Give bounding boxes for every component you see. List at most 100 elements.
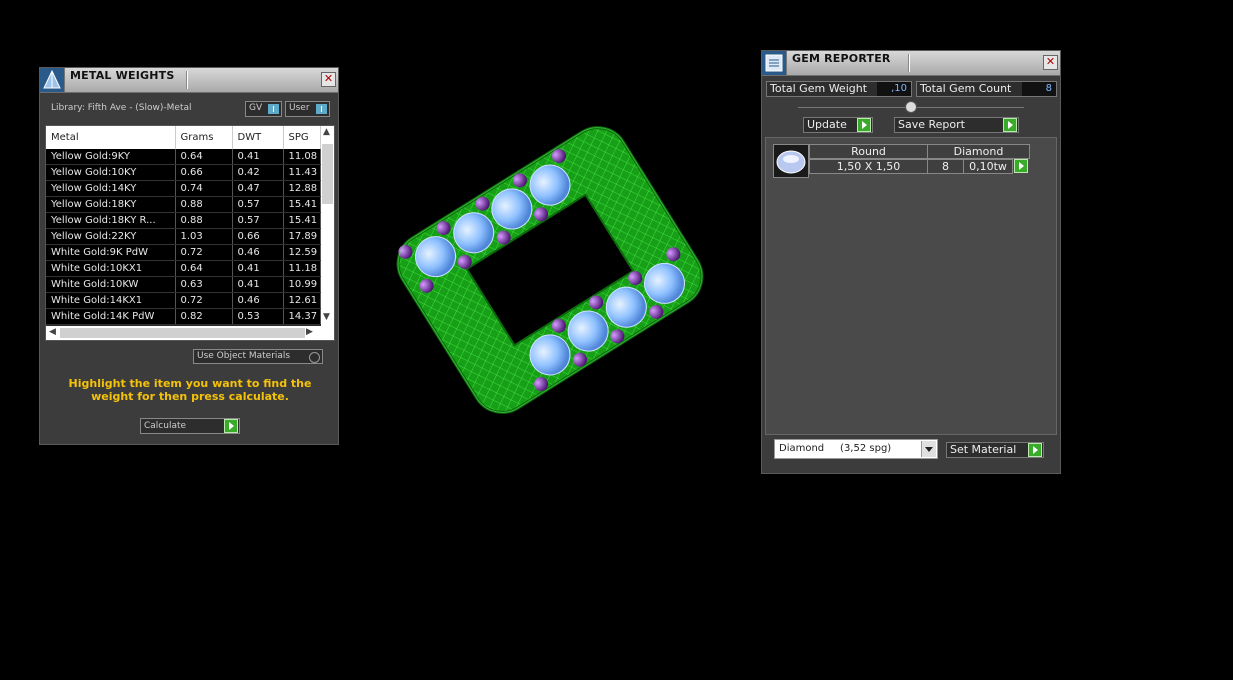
table-row[interactable]: Yellow Gold:18KY 0.88 0.57 15.41 <box>46 196 321 213</box>
table-cell: 12.59 <box>283 244 321 261</box>
calculate-button[interactable]: Calculate <box>140 418 240 434</box>
gem-report-list: Round Diamond 1,50 X 1,50 8 0,10tw <box>765 137 1057 435</box>
table-cell: 0.63 <box>175 276 233 293</box>
gem-reporter-titlebar[interactable]: GEM REPORTER ✕ <box>762 51 1060 76</box>
user-toggle[interactable]: User <box>285 101 330 117</box>
table-row[interactable]: White Gold:10KX1 0.64 0.41 11.18 <box>46 260 321 277</box>
scroll-left-icon[interactable]: ◀ <box>49 327 56 337</box>
table-cell: 0.72 <box>175 244 233 261</box>
table-cell: 0.47 <box>232 180 284 197</box>
use-object-materials-label: Use Object Materials <box>197 351 291 361</box>
table-cell: 12.61 <box>283 292 321 309</box>
table-cell: Yellow Gold:18KY <box>46 196 176 213</box>
set-material-button[interactable]: Set Material <box>946 442 1044 458</box>
table-cell: 0.57 <box>232 212 284 229</box>
update-button[interactable]: Update <box>803 117 873 133</box>
table-row[interactable]: White Gold:14KX1 0.72 0.46 12.61 <box>46 292 321 309</box>
table-cell: 0.72 <box>175 292 233 309</box>
material-select-value: Diamond (3,52 spg) <box>779 443 892 454</box>
table-cell: 14.37 <box>283 308 321 325</box>
scroll-right-icon[interactable]: ▶ <box>306 327 313 337</box>
table-cell: 17.89 <box>283 228 321 245</box>
play-arrow-icon <box>224 419 238 433</box>
metal-table[interactable]: Metal Grams DWT SPG Yellow Gold:9KY 0.64 0.41… <box>45 125 335 341</box>
column-header[interactable]: SPG <box>283 126 321 149</box>
table-cell: Yellow Gold:9KY <box>46 149 176 165</box>
use-object-materials-checkbox[interactable]: Use Object Materials <box>193 349 323 364</box>
close-icon[interactable]: ✕ <box>321 72 336 87</box>
metal-weights-titlebar[interactable]: METAL WEIGHTS ✕ <box>40 68 338 93</box>
material-select[interactable]: Diamond (3,52 spg) <box>774 439 938 459</box>
table-cell: Yellow Gold:10KY <box>46 164 176 181</box>
total-gem-weight-label: Total Gem Weight <box>770 82 868 95</box>
table-cell: White Gold:9K PdW <box>46 244 176 261</box>
metal-weights-icon <box>40 68 65 92</box>
table-row[interactable]: Yellow Gold:18KY R... 0.88 0.57 15.41 <box>46 212 321 229</box>
table-cell: 15.41 <box>283 212 321 229</box>
collapse-handle[interactable] <box>905 101 917 113</box>
table-cell: 0.53 <box>232 308 284 325</box>
column-header[interactable]: Metal <box>46 126 176 149</box>
vertical-scrollbar[interactable]: ▲ ▼ <box>321 126 334 326</box>
play-arrow-icon <box>1028 443 1042 457</box>
scroll-up-icon[interactable]: ▲ <box>323 127 330 137</box>
table-cell: 0.66 <box>175 164 233 181</box>
table-row[interactable]: Yellow Gold:10KY 0.66 0.42 11.43 <box>46 164 321 181</box>
table-cell: 0.82 <box>175 308 233 325</box>
table-cell: 0.46 <box>232 292 284 309</box>
3d-viewport[interactable] <box>380 100 720 440</box>
calculate-label: Calculate <box>144 421 187 431</box>
close-icon[interactable]: ✕ <box>1043 55 1058 70</box>
table-cell: 10.99 <box>283 276 321 293</box>
table-row[interactable]: White Gold:14K PdW 0.82 0.53 14.37 <box>46 308 321 325</box>
scroll-thumb[interactable] <box>60 328 305 338</box>
table-cell: 11.18 <box>283 260 321 277</box>
gem-select-arrow-icon[interactable] <box>1014 159 1028 173</box>
table-cell: 0.88 <box>175 196 233 213</box>
table-cell: 0.64 <box>175 260 233 277</box>
column-header[interactable]: Grams <box>175 126 233 149</box>
table-cell: 0.41 <box>232 260 284 277</box>
gem-material: Diamond <box>927 144 1030 159</box>
gem-reporter-panel: GEM REPORTER ✕ Total Gem Weight ,10 Tota… <box>761 50 1061 474</box>
gv-toggle[interactable]: GV <box>245 101 282 117</box>
update-label: Update <box>807 118 847 131</box>
info-icon <box>316 104 327 114</box>
chevron-down-icon[interactable] <box>921 441 936 457</box>
table-row[interactable]: White Gold:9K PdW 0.72 0.46 12.59 <box>46 244 321 261</box>
table-cell: White Gold:10KW <box>46 276 176 293</box>
library-label: Library: Fifth Ave - (Slow)-Metal <box>51 103 192 113</box>
metal-table-grid: Metal Grams DWT SPG Yellow Gold:9KY 0.64 0.41… <box>46 126 321 325</box>
table-body: Yellow Gold:9KY 0.64 0.41 11.08 Yellow Gold:… <box>46 149 321 325</box>
table-cell: 1.03 <box>175 228 233 245</box>
horizontal-scrollbar[interactable]: ◀ ▶ <box>46 326 334 340</box>
instruction-text: Highlight the item you want to find the … <box>68 377 312 403</box>
metal-weights-title: METAL WEIGHTS <box>70 69 175 82</box>
gem-reporter-icon <box>762 51 787 75</box>
gem-weight: 0,10tw <box>963 159 1013 174</box>
gem-size: 1,50 X 1,50 <box>809 159 928 174</box>
table-cell: 0.74 <box>175 180 233 197</box>
column-header[interactable]: DWT <box>232 126 284 149</box>
gem-shape: Round <box>809 144 928 159</box>
table-cell: 0.46 <box>232 244 284 261</box>
table-header-row: Metal Grams DWT SPG <box>46 126 321 149</box>
table-row[interactable]: White Gold:10KW 0.63 0.41 10.99 <box>46 276 321 293</box>
scroll-down-icon[interactable]: ▼ <box>323 312 330 322</box>
save-report-button[interactable]: Save Report <box>894 117 1019 133</box>
table-cell: White Gold:14K PdW <box>46 308 176 325</box>
table-row[interactable]: Yellow Gold:22KY 1.03 0.66 17.89 <box>46 228 321 245</box>
table-cell: 0.42 <box>232 164 284 181</box>
title-separator <box>186 71 188 89</box>
table-cell: Yellow Gold:18KY R... <box>46 212 176 229</box>
table-cell: 0.66 <box>232 228 284 245</box>
table-cell: 0.88 <box>175 212 233 229</box>
scroll-thumb[interactable] <box>322 144 333 204</box>
table-cell: 0.41 <box>232 276 284 293</box>
table-cell: Yellow Gold:14KY <box>46 180 176 197</box>
gem-reporter-title: GEM REPORTER <box>792 52 891 65</box>
total-gem-weight-field: Total Gem Weight ,10 <box>766 81 912 97</box>
table-row[interactable]: Yellow Gold:9KY 0.64 0.41 11.08 <box>46 149 321 165</box>
table-row[interactable]: Yellow Gold:14KY 0.74 0.47 12.88 <box>46 180 321 197</box>
table-cell: 11.43 <box>283 164 321 181</box>
